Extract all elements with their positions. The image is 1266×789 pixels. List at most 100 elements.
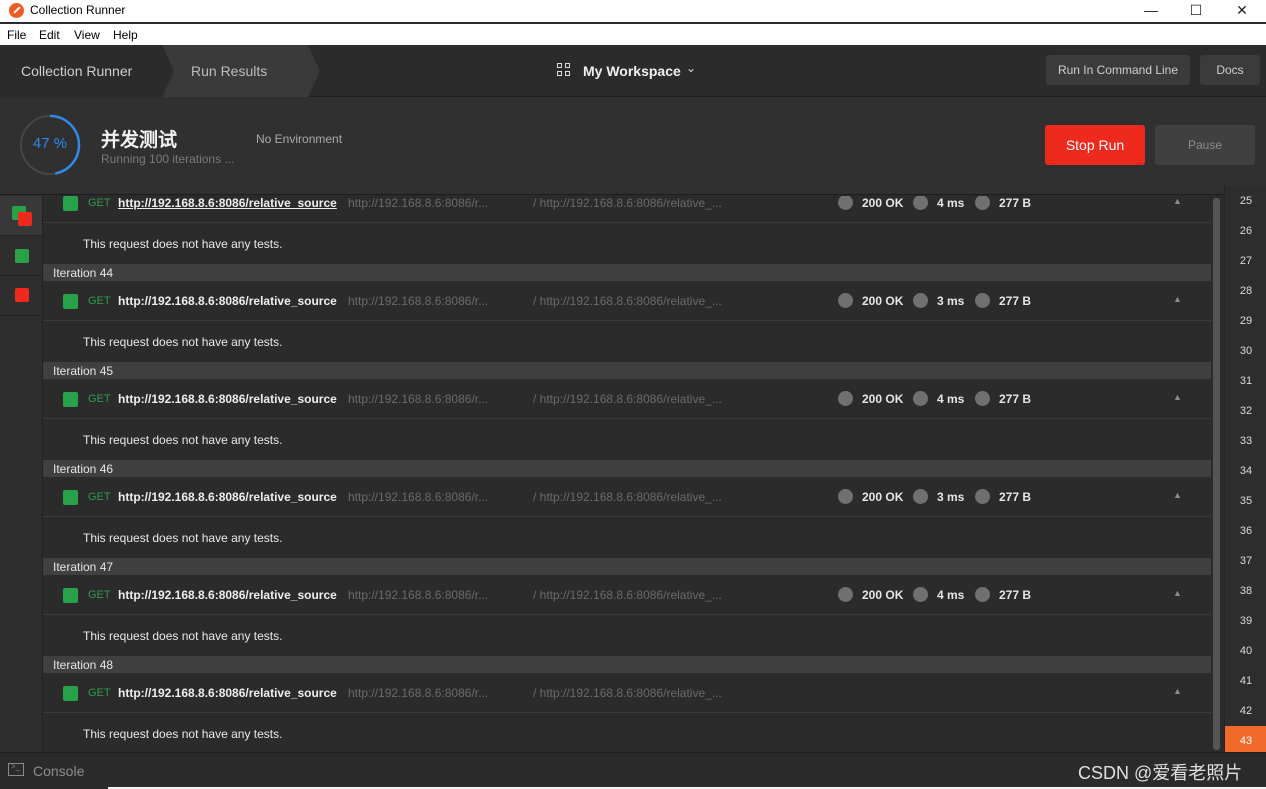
iteration-number-42[interactable]: 42 (1225, 696, 1266, 726)
size-dot-icon (975, 489, 990, 504)
maximize-button[interactable]: ☐ (1173, 0, 1219, 22)
stop-run-button[interactable]: Stop Run (1045, 125, 1145, 165)
iteration-number-40[interactable]: 40 (1225, 636, 1266, 666)
breadcrumb-run-results[interactable]: Run Results (162, 45, 320, 97)
tests-row: This request does not have any tests. (43, 419, 1211, 460)
request-url[interactable]: http://192.168.8.6:8086/relative_source (118, 490, 337, 504)
time-dot-icon (913, 293, 928, 308)
request-url-short: http://192.168.8.6:8086/r... (348, 490, 489, 504)
response-time: 4 ms (937, 196, 965, 210)
status-dot-icon (838, 391, 853, 406)
results-list: GET http://192.168.8.6:8086/relative_sou… (43, 196, 1211, 752)
iteration-number-28[interactable]: 28 (1225, 276, 1266, 306)
collapse-caret-icon[interactable]: ▲ (1173, 294, 1182, 304)
request-row[interactable]: GET http://192.168.8.6:8086/relative_sou… (43, 196, 1211, 223)
run-in-command-line-button[interactable]: Run In Command Line (1046, 55, 1190, 85)
iteration-header: Iteration 44 (43, 264, 1211, 281)
iteration-header: Iteration 48 (43, 656, 1211, 673)
request-row[interactable]: GET http://192.168.8.6:8086/relative_sou… (43, 281, 1211, 321)
iteration-number-25[interactable]: 25 (1225, 186, 1266, 216)
filter-all[interactable] (0, 196, 42, 236)
iteration-number-29[interactable]: 29 (1225, 306, 1266, 336)
console-button[interactable]: Console (33, 763, 84, 779)
request-url-path: / http://192.168.8.6:8086/relative_... (533, 294, 722, 308)
response-size: 277 B (999, 294, 1032, 308)
request-row[interactable]: GET http://192.168.8.6:8086/relative_sou… (43, 379, 1211, 419)
request-url[interactable]: http://192.168.8.6:8086/relative_source (118, 196, 337, 210)
request-url-short: http://192.168.8.6:8086/r... (348, 196, 489, 210)
filter-failed[interactable] (0, 276, 42, 316)
collapse-caret-icon[interactable]: ▲ (1173, 392, 1182, 402)
pass-square-icon (63, 196, 78, 211)
request-url[interactable]: http://192.168.8.6:8086/relative_source (118, 588, 337, 602)
menu-help[interactable]: Help (113, 28, 138, 42)
request-url-path: / http://192.168.8.6:8086/relative_... (533, 490, 722, 504)
breadcrumb-label: Collection Runner (21, 63, 133, 79)
response-size: 277 B (999, 196, 1032, 210)
pause-button[interactable]: Pause (1155, 125, 1255, 165)
response-status: 200 OK (862, 196, 904, 210)
no-tests-text: This request does not have any tests. (83, 237, 283, 251)
request-url[interactable]: http://192.168.8.6:8086/relative_source (118, 392, 337, 406)
request-method: GET (88, 295, 111, 307)
breadcrumb-collection-runner[interactable]: Collection Runner (0, 45, 162, 97)
iteration-number-27[interactable]: 27 (1225, 246, 1266, 276)
request-row[interactable]: GET http://192.168.8.6:8086/relative_sou… (43, 477, 1211, 517)
iteration-number-41[interactable]: 41 (1225, 666, 1266, 696)
collapse-caret-icon[interactable]: ▲ (1173, 588, 1182, 598)
scrollbar-thumb[interactable] (1213, 198, 1220, 750)
iteration-number-26[interactable]: 26 (1225, 216, 1266, 246)
iteration-number-34[interactable]: 34 (1225, 456, 1266, 486)
response-time: 3 ms (937, 294, 965, 308)
response-status: 200 OK (862, 490, 904, 504)
fail-square-icon (15, 288, 29, 302)
menu-file[interactable]: File (7, 28, 26, 42)
request-url-short: http://192.168.8.6:8086/r... (348, 588, 489, 602)
progress-percent: 47 % (32, 135, 68, 152)
iteration-number-36[interactable]: 36 (1225, 516, 1266, 546)
breadcrumb-label: Run Results (191, 63, 268, 79)
iteration-index-list: 25 26 27 28 29 30 31 32 33 34 35 36 37 38 39 40 41 42 43 (1224, 186, 1266, 756)
menu-edit[interactable]: Edit (39, 28, 60, 42)
iteration-header: Iteration 46 (43, 460, 1211, 477)
time-dot-icon (913, 587, 928, 602)
iteration-number-30[interactable]: 30 (1225, 336, 1266, 366)
response-status: 200 OK (862, 294, 904, 308)
request-method: GET (88, 393, 111, 405)
console-icon[interactable] (8, 762, 24, 776)
filter-passed[interactable] (0, 236, 42, 276)
request-url-short: http://192.168.8.6:8086/r... (348, 686, 489, 700)
response-time: 4 ms (937, 392, 965, 406)
iteration-number-38[interactable]: 38 (1225, 576, 1266, 606)
request-url-path: / http://192.168.8.6:8086/relative_... (533, 196, 722, 210)
fail-square-icon (18, 212, 32, 226)
iteration-number-39[interactable]: 39 (1225, 606, 1266, 636)
environment-label: No Environment (256, 132, 343, 146)
footer-bar: Console CSDN @爱看老照片 (0, 752, 1266, 789)
docs-button[interactable]: Docs (1200, 55, 1260, 85)
request-row[interactable]: GET http://192.168.8.6:8086/relative_sou… (43, 673, 1211, 713)
request-method: GET (88, 687, 111, 699)
iteration-header: Iteration 47 (43, 558, 1211, 575)
iteration-number-32[interactable]: 32 (1225, 396, 1266, 426)
tests-row: This request does not have any tests. (43, 223, 1211, 264)
minimize-button[interactable]: — (1128, 0, 1174, 22)
menu-view[interactable]: View (74, 28, 100, 42)
iteration-number-35[interactable]: 35 (1225, 486, 1266, 516)
run-name: 并发测试 (101, 130, 178, 151)
collapse-caret-icon[interactable]: ▲ (1173, 490, 1182, 500)
request-url-short: http://192.168.8.6:8086/r... (348, 392, 489, 406)
run-status-bar: 47 % 并发测试 Running 100 iterations ... No … (0, 97, 1266, 195)
workspace-grid-icon (557, 63, 571, 77)
iteration-number-33[interactable]: 33 (1225, 426, 1266, 456)
collapse-caret-icon[interactable]: ▲ (1173, 196, 1182, 206)
collapse-caret-icon[interactable]: ▲ (1173, 686, 1182, 696)
close-button[interactable]: ✕ (1219, 0, 1265, 22)
iteration-number-31[interactable]: 31 (1225, 366, 1266, 396)
request-url[interactable]: http://192.168.8.6:8086/relative_source (118, 294, 337, 308)
iteration-number-37[interactable]: 37 (1225, 546, 1266, 576)
menu-bar: File Edit View Help (0, 24, 1266, 45)
request-row[interactable]: GET http://192.168.8.6:8086/relative_sou… (43, 575, 1211, 615)
tests-row: This request does not have any tests. (43, 615, 1211, 656)
request-url[interactable]: http://192.168.8.6:8086/relative_source (118, 686, 337, 700)
